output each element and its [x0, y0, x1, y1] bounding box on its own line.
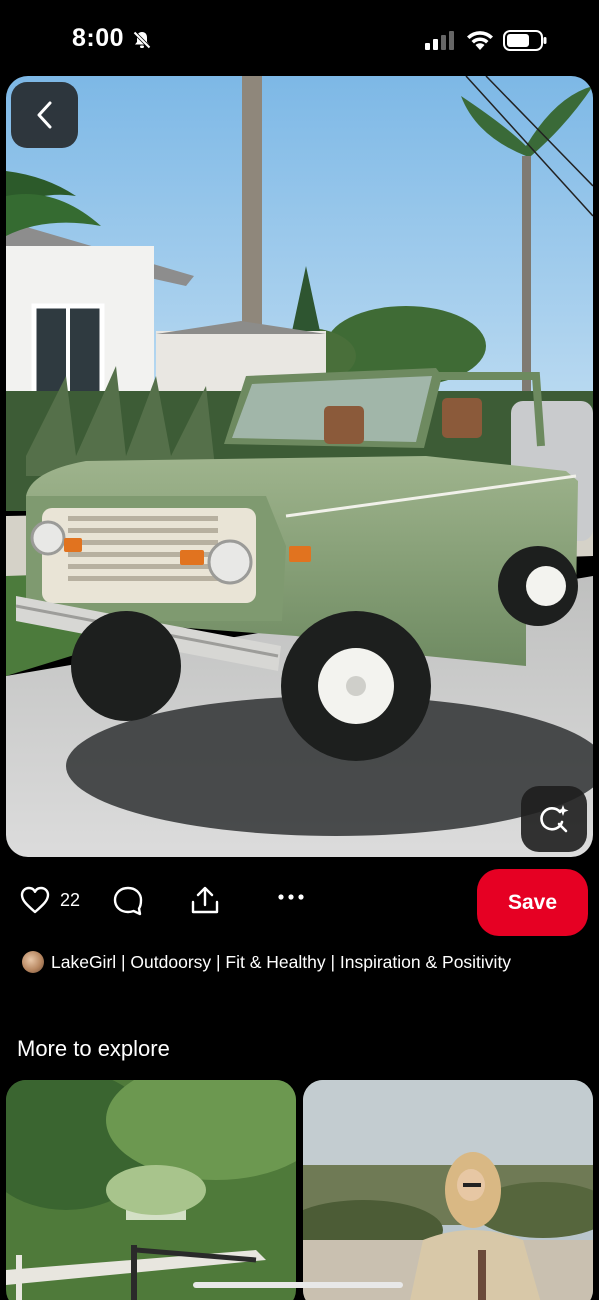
pin-author[interactable]: LakeGirl | Outdoorsy | Fit & Healthy | I… — [22, 951, 511, 973]
more-options-button[interactable] — [276, 892, 306, 902]
visual-search-icon — [540, 805, 569, 833]
section-title: More to explore — [17, 1036, 170, 1061]
like-button[interactable]: 22 — [20, 886, 80, 914]
like-count: 22 — [60, 889, 81, 910]
status-time: 8:00 — [72, 24, 125, 52]
author-name[interactable]: LakeGirl | Outdoorsy | Fit & Healthy | I… — [51, 952, 511, 973]
share-button[interactable] — [190, 885, 220, 915]
heart-icon — [20, 886, 50, 914]
comment-bubble-icon — [113, 886, 143, 916]
back-button[interactable] — [11, 82, 78, 148]
card-2-image — [303, 1080, 593, 1300]
battery-icon — [503, 30, 547, 51]
home-indicator — [193, 1282, 403, 1288]
cellular-signal-icon — [425, 31, 454, 50]
more-dots-icon — [278, 894, 304, 900]
card-1-image — [6, 1080, 296, 1300]
explore-card-2[interactable] — [303, 1080, 593, 1300]
share-icon — [191, 886, 219, 914]
back-chevron-icon — [37, 101, 51, 129]
explore-card-1[interactable] — [6, 1080, 296, 1300]
visual-search-button[interactable] — [521, 786, 587, 852]
wifi-icon — [467, 31, 493, 50]
comment-button[interactable] — [112, 886, 144, 916]
status-bar: 8:00 — [0, 0, 599, 76]
pin-image[interactable] — [6, 76, 593, 857]
save-button[interactable]: Save — [477, 869, 588, 936]
bronco-photo — [6, 76, 593, 857]
avatar[interactable] — [22, 951, 44, 973]
bell-slash-icon — [132, 30, 152, 50]
